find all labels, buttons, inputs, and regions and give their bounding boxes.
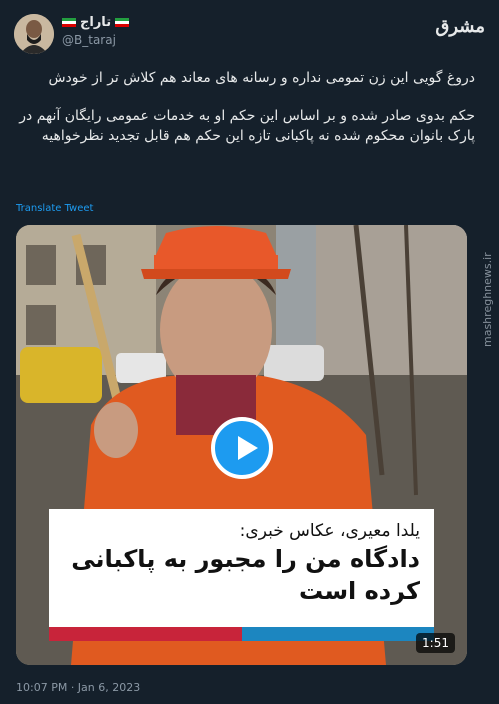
play-button[interactable] xyxy=(211,417,273,479)
caption-bar-red xyxy=(49,627,242,641)
iran-flag-icon xyxy=(115,18,130,27)
caption-speaker: یلدا معیری، عکاس خبری: xyxy=(239,521,420,541)
translate-tweet-link[interactable]: Translate Tweet xyxy=(16,203,93,214)
caption-quote: دادگاه من را مجبور به پاکبانی کرده است xyxy=(71,545,420,605)
author-display-name[interactable]: تاراج xyxy=(80,15,111,30)
tweet-text: دروغ گویی این زن تمومی نداره و رسانه های… xyxy=(18,68,475,164)
video-duration: 1:51 xyxy=(416,633,455,653)
site-logo: مشرق xyxy=(435,16,485,37)
tweet-paragraph: دروغ گویی این زن تمومی نداره و رسانه های… xyxy=(48,70,475,86)
tweet-timestamp[interactable]: 10:07 PM · Jan 6, 2023 xyxy=(16,681,140,694)
video-player[interactable]: یلدا معیری، عکاس خبری: دادگاه من را مجبو… xyxy=(16,225,467,665)
site-watermark: mashreghnews.ir xyxy=(481,252,494,348)
author-info[interactable]: تاراج @B_taraj xyxy=(62,15,130,47)
tweet-paragraph: حکم بدوی صادر شده و بر اساس این حکم او ب… xyxy=(19,108,475,144)
author-handle[interactable]: @B_taraj xyxy=(62,33,129,47)
caption-color-bar xyxy=(49,627,434,641)
iran-flag-icon xyxy=(62,18,76,27)
caption-bar-blue xyxy=(241,627,434,641)
video-caption: یلدا معیری، عکاس خبری: دادگاه من را مجبو… xyxy=(49,509,434,627)
author-avatar[interactable] xyxy=(14,14,54,54)
